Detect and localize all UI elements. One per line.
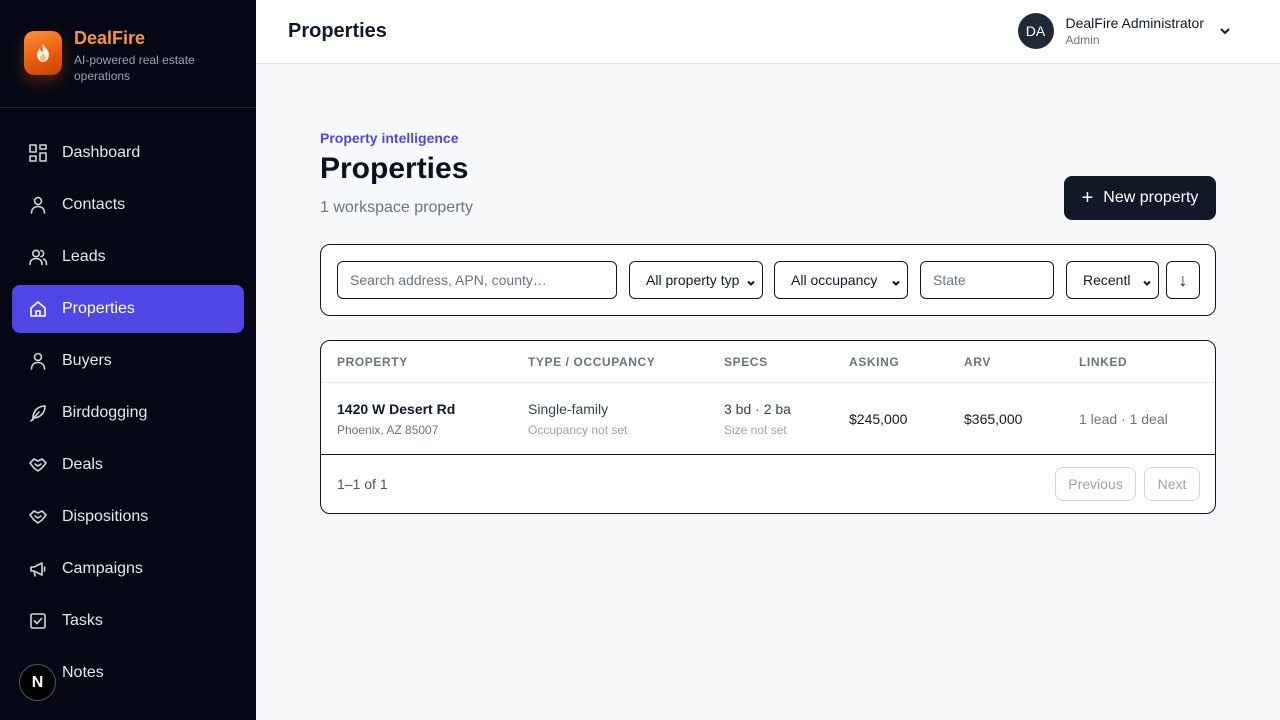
sidebar-item-label: Buyers <box>62 352 112 369</box>
brand-tagline: AI-powered real estate operations <box>74 53 195 83</box>
sidebar-item-label: Birddogging <box>62 404 148 421</box>
occupancy-select[interactable]: All occupancy <box>774 261 908 299</box>
user-menu[interactable]: DA DealFire Administrator Admin <box>1017 13 1233 49</box>
property-arv: $365,000 <box>964 411 1023 427</box>
chevron-down-icon <box>1142 275 1152 286</box>
chevron-down-icon <box>746 275 756 286</box>
property-address[interactable]: 1420 W Desert Rd <box>337 401 455 417</box>
search-input[interactable]: Search address, APN, county… <box>337 261 617 299</box>
sidebar-item-campaigns[interactable]: Campaigns <box>12 545 244 593</box>
sidebar-item-leads[interactable]: Leads <box>12 233 244 281</box>
filter-bar: Search address, APN, county… All propert… <box>320 244 1216 316</box>
handshake-icon <box>28 455 48 475</box>
table-header: PROPERTY TYPE / OCCUPANCY SPECS ASKING A… <box>321 341 1215 383</box>
user-icon <box>28 195 48 215</box>
property-type-select[interactable]: All property typ <box>629 261 763 299</box>
megaphone-icon <box>28 559 48 579</box>
sort-direction-button[interactable]: ↓ <box>1166 261 1200 299</box>
occupancy-value: All occupancy <box>791 272 878 288</box>
property-asking: $245,000 <box>849 411 908 427</box>
sidebar-item-buyers[interactable]: Buyers <box>12 337 244 385</box>
dashboard-icon <box>28 143 48 163</box>
sidebar-item-label: Dashboard <box>62 144 141 161</box>
users-icon <box>28 247 48 267</box>
next-dev-badge[interactable]: N <box>19 664 56 701</box>
sidebar-item-dispositions[interactable]: Dispositions <box>12 493 244 541</box>
handshake-icon <box>28 507 48 527</box>
sidebar-item-label: Properties <box>62 300 135 317</box>
properties-table: PROPERTY TYPE / OCCUPANCY SPECS ASKING A… <box>320 340 1216 514</box>
topbar: Properties DA DealFire Administrator Adm… <box>256 0 1280 64</box>
checkbox-icon <box>28 611 48 631</box>
sidebar-item-deals[interactable]: Deals <box>12 441 244 489</box>
table-footer: 1–1 of 1 Previous Next <box>321 455 1215 513</box>
sidebar-item-contacts[interactable]: Contacts <box>12 181 244 229</box>
sidebar-item-dashboard[interactable]: Dashboard <box>12 129 244 177</box>
sidebar-item-label: Leads <box>62 248 106 265</box>
sidebar-item-label: Deals <box>62 456 103 473</box>
state-input[interactable]: State <box>920 261 1054 299</box>
table-row[interactable]: 1420 W Desert Rd Phoenix, AZ 85007 Singl… <box>321 383 1215 455</box>
feather-icon <box>28 403 48 423</box>
previous-button[interactable]: Previous <box>1055 467 1136 501</box>
sidebar: DealFire AI-powered real estate operatio… <box>0 0 256 720</box>
column-header: LINKED <box>1079 355 1128 369</box>
property-size: Size not set <box>724 423 787 437</box>
column-header: SPECS <box>724 355 768 369</box>
user-name: DealFire Administrator <box>1065 15 1205 31</box>
avatar: DA <box>1017 13 1054 49</box>
new-property-button[interactable]: + New property <box>1064 176 1216 220</box>
sidebar-item-label: Notes <box>62 664 104 681</box>
pagination-count: 1–1 of 1 <box>337 476 388 492</box>
user-icon <box>28 351 48 371</box>
sidebar-nav: Dashboard Contacts Leads Properties Buye… <box>12 129 244 701</box>
page-eyebrow: Property intelligence <box>320 130 459 146</box>
property-occupancy: Occupancy not set <box>528 423 628 437</box>
new-property-label: New property <box>1103 189 1199 206</box>
property-city: Phoenix, AZ 85007 <box>337 423 439 437</box>
chevron-down-icon <box>891 275 901 286</box>
sidebar-item-properties[interactable]: Properties <box>12 285 244 333</box>
sidebar-item-birddogging[interactable]: Birddogging <box>12 389 244 437</box>
page-subtitle: 1 workspace property <box>320 199 473 216</box>
sort-value: Recentl <box>1083 272 1131 288</box>
column-header: ARV <box>964 355 991 369</box>
home-icon <box>28 299 48 319</box>
column-header: ASKING <box>849 355 900 369</box>
sidebar-item-label: Contacts <box>62 196 126 213</box>
user-role: Admin <box>1065 33 1100 47</box>
plus-icon: + <box>1081 187 1094 209</box>
column-header: PROPERTY <box>337 355 408 369</box>
topbar-title: Properties <box>288 20 387 42</box>
sort-select[interactable]: Recentl <box>1066 261 1159 299</box>
brand: DealFire AI-powered real estate operatio… <box>0 0 256 108</box>
property-linked: 1 lead · 1 deal <box>1079 411 1168 427</box>
chevron-down-icon <box>1218 24 1232 38</box>
property-type: Single-family <box>528 401 609 417</box>
flame-logo-icon <box>24 31 62 75</box>
sidebar-item-label: Campaigns <box>62 560 143 577</box>
sidebar-item-tasks[interactable]: Tasks <box>12 597 244 645</box>
sidebar-item-label: Dispositions <box>62 508 149 525</box>
column-header: TYPE / OCCUPANCY <box>528 355 656 369</box>
page-title: Properties <box>320 152 469 185</box>
sidebar-item-label: Tasks <box>62 612 103 629</box>
property-type-value: All property typ <box>646 272 740 288</box>
brand-name: DealFire <box>74 28 146 48</box>
next-button[interactable]: Next <box>1144 467 1200 501</box>
property-specs: 3 bd · 2 ba <box>724 401 791 417</box>
